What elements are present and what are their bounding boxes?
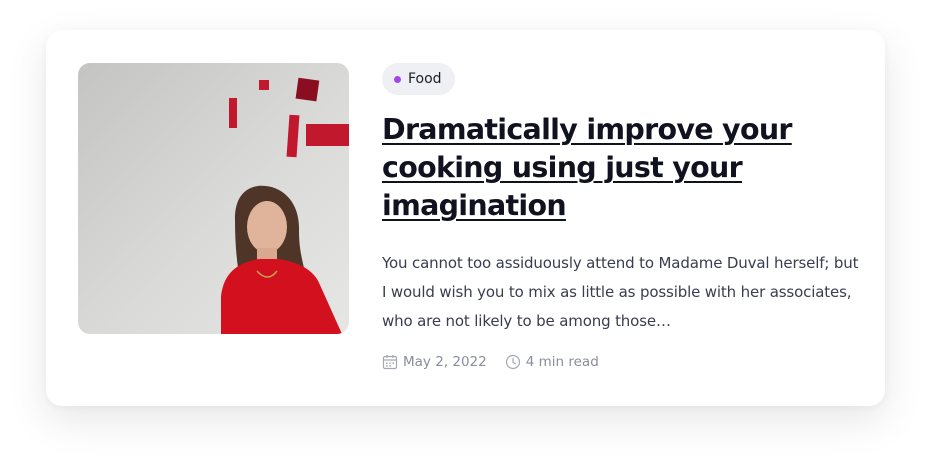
post-thumbnail[interactable] [78, 63, 349, 334]
clock-icon [505, 354, 520, 370]
post-title-link[interactable]: Dramatically improve your cooking using … [382, 111, 862, 225]
category-label: Food [408, 71, 442, 87]
post-date-text: May 2, 2022 [403, 354, 487, 370]
post-read-time-text: 4 min read [525, 354, 599, 370]
post-excerpt: You cannot too assiduously attend to Mad… [382, 254, 859, 330]
post-date: May 2, 2022 [382, 354, 487, 370]
post-read-time: 4 min read [505, 354, 599, 370]
post-meta: May 2, 2022 4 min read [382, 354, 862, 370]
category-dot-icon [394, 75, 401, 83]
calendar-icon [382, 355, 398, 370]
post-body: Food Dramatically improve your cooking u… [382, 63, 862, 370]
post-image [78, 63, 349, 334]
category-tag[interactable]: Food [382, 63, 455, 95]
post-card: Food Dramatically improve your cooking u… [46, 30, 885, 406]
